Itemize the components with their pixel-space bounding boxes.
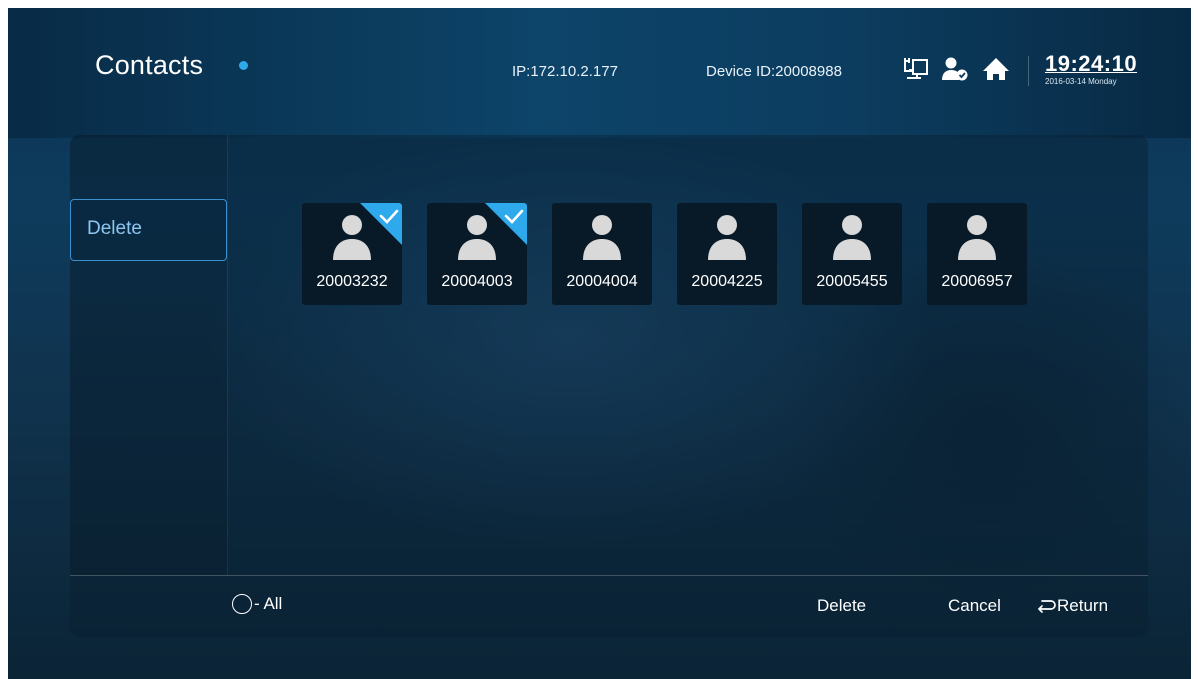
contact-number: 20004004	[566, 273, 638, 290]
contacts-screen: Contacts IP:172.10.2.177 Device ID:20008…	[8, 8, 1191, 679]
radio-circle-icon	[232, 594, 252, 614]
title-dot-icon	[239, 61, 248, 70]
select-all-label: - All	[254, 594, 283, 613]
contact-card[interactable]: 20006957	[927, 203, 1027, 305]
footer-divider	[70, 575, 1148, 576]
clock-date: 2016-03-14 Monday	[1045, 77, 1117, 86]
contact-number: 20003232	[316, 273, 388, 290]
network-icon	[904, 58, 928, 79]
header-divider	[1028, 56, 1029, 86]
contact-card[interactable]: 20004004	[552, 203, 652, 305]
checkmark-icon	[485, 203, 527, 245]
device-id: Device ID:20008988	[706, 63, 842, 80]
contact-card[interactable]: 20004225	[677, 203, 777, 305]
clock-time: 19:24:10	[1045, 51, 1138, 76]
return-button[interactable]: Return	[1036, 596, 1108, 616]
contact-number: 20004003	[441, 273, 513, 290]
contact-number: 20006957	[941, 273, 1013, 290]
contacts-panel: Delete 20003232 20004003 20004004 200042…	[70, 135, 1148, 637]
return-label: Return	[1057, 596, 1109, 615]
avatar-icon	[708, 215, 746, 260]
contact-card[interactable]: 20005455	[802, 203, 902, 305]
page-title: Contacts	[95, 50, 204, 80]
contact-card[interactable]: 20004003	[427, 203, 527, 305]
return-icon	[1038, 600, 1056, 613]
home-icon[interactable]	[982, 56, 1010, 82]
avatar-icon	[958, 215, 996, 260]
contact-number: 20004225	[691, 273, 763, 290]
avatar-icon	[833, 215, 871, 260]
delete-button[interactable]: Delete	[817, 596, 866, 616]
checkmark-icon	[360, 203, 402, 245]
contact-number: 20005455	[816, 273, 888, 290]
sidebar-item-delete[interactable]: Delete	[70, 199, 227, 261]
contact-card[interactable]: 20003232	[302, 203, 402, 305]
select-all-toggle[interactable]: - All	[232, 594, 282, 614]
avatar-icon	[583, 215, 621, 260]
user-status-icon[interactable]	[941, 56, 969, 82]
cancel-button[interactable]: Cancel	[948, 596, 1001, 616]
ip-address: IP:172.10.2.177	[512, 63, 618, 80]
